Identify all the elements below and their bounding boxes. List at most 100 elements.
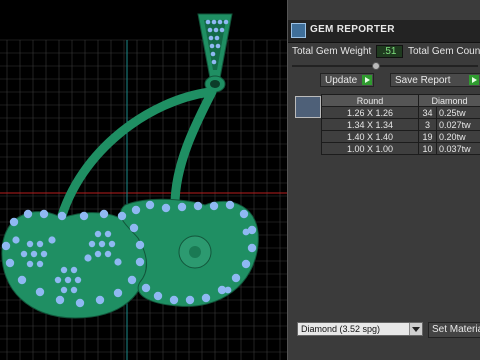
- gem-stone: [36, 240, 44, 248]
- gem-stone: [108, 240, 116, 248]
- gem-stone: [64, 276, 72, 284]
- gem-stone: [88, 240, 96, 248]
- gem-preview-icon[interactable]: [295, 96, 321, 118]
- gem-stone: [70, 286, 78, 294]
- gem-stone: [209, 201, 219, 211]
- gem-stone: [39, 209, 49, 219]
- gem-stone: [104, 230, 112, 238]
- 3d-viewport[interactable]: [0, 0, 287, 360]
- gem-stone: [23, 209, 33, 219]
- total-weight-label: Total Gem Weight: [292, 46, 372, 57]
- gem-stone: [95, 295, 105, 305]
- table-row[interactable]: 1.34 X 1.34 3 0.027tw: [321, 118, 480, 131]
- gem-table-header: Round Diamond: [321, 94, 480, 107]
- save-report-button[interactable]: Save Report: [390, 73, 480, 87]
- gem-count-cell: 3: [417, 118, 438, 131]
- update-button[interactable]: Update: [320, 73, 374, 87]
- gem-stone: [247, 243, 257, 253]
- gem-stone: [210, 51, 216, 57]
- gem-stone: [30, 250, 38, 258]
- gem-stone: [60, 266, 68, 274]
- gem-weight-cell: 0.25tw: [436, 106, 480, 119]
- gem-stone: [211, 19, 217, 25]
- gem-stone: [99, 209, 109, 219]
- gem-stone: [161, 203, 171, 213]
- gem-weight-cell: 0.027tw: [436, 118, 480, 131]
- gem-stone: [54, 276, 62, 284]
- gem-stone: [17, 275, 27, 285]
- gem-stone: [177, 202, 187, 212]
- gem-stone: [208, 35, 214, 41]
- chevron-down-icon[interactable]: [409, 323, 422, 335]
- gem-stone: [209, 43, 215, 49]
- gem-stone: [135, 240, 145, 250]
- table-row[interactable]: 1.40 X 1.40 19 0.20tw: [321, 130, 480, 143]
- gem-stone: [40, 250, 48, 258]
- column-header-material: Diamond: [418, 94, 480, 107]
- gem-stone: [127, 275, 137, 285]
- gem-stone: [70, 266, 78, 274]
- flower-motif[interactable]: [178, 235, 212, 269]
- gem-size-cell: 1.40 X 1.40: [321, 130, 419, 143]
- gem-stone: [153, 291, 163, 301]
- gem-stone: [48, 236, 56, 244]
- gem-stone: [225, 200, 235, 210]
- gem-weight-cell: 0.20tw: [436, 130, 480, 143]
- gem-stone: [74, 276, 82, 284]
- gem-stone: [224, 286, 232, 294]
- gem-stone: [113, 288, 123, 298]
- gem-stone: [242, 228, 250, 236]
- gem-stone: [35, 287, 45, 297]
- left-cherry-body[interactable]: [1, 211, 147, 319]
- right-stem[interactable]: [170, 87, 217, 210]
- gem-stone: [12, 236, 20, 244]
- gem-stone: [239, 209, 249, 219]
- totals-row: Total Gem Weight .51 Total Gem Coun: [288, 43, 480, 61]
- table-row[interactable]: 1.26 X 1.26 34 0.25tw: [321, 106, 480, 119]
- gem-stone: [26, 260, 34, 268]
- gem-stone: [9, 217, 19, 227]
- gem-stone: [129, 223, 139, 233]
- gem-stone: [215, 43, 221, 49]
- gem-stone: [205, 19, 211, 25]
- gem-stone: [193, 201, 203, 211]
- column-header-shape: Round: [321, 94, 419, 107]
- set-material-button[interactable]: Set Materia: [428, 322, 480, 338]
- gem-stone: [145, 200, 155, 210]
- gem-stone: [26, 240, 34, 248]
- gem-stone: [211, 59, 217, 65]
- gem-stone: [241, 259, 251, 269]
- gem-stone: [217, 19, 223, 25]
- gem-reporter-logo-icon: [291, 23, 306, 38]
- gem-stone: [207, 27, 213, 33]
- gem-stone: [84, 254, 92, 262]
- slider-track: [292, 65, 478, 67]
- weight-slider[interactable]: [292, 62, 478, 70]
- gem-stone: [201, 293, 211, 303]
- gem-stone: [214, 35, 220, 41]
- gem-stone: [60, 286, 68, 294]
- gem-stone: [104, 250, 112, 258]
- gem-table: Round Diamond 1.26 X 1.26 34 0.25tw 1.34 X …: [321, 94, 480, 155]
- gem-stone: [141, 283, 151, 293]
- gem-stone: [5, 258, 15, 268]
- gem-stone: [98, 240, 106, 248]
- material-dropdown[interactable]: Diamond (3.52 spg): [297, 322, 423, 336]
- gem-stone: [223, 19, 229, 25]
- panel-title: GEM REPORTER: [310, 24, 395, 35]
- gem-stone: [117, 211, 127, 221]
- gem-size-cell: 1.00 X 1.00: [321, 142, 419, 155]
- update-button-label: Update: [325, 75, 358, 86]
- viewport-canvas: [0, 13, 287, 360]
- gem-stone: [219, 27, 225, 33]
- gem-stone: [75, 298, 85, 308]
- gem-stone: [169, 295, 179, 305]
- gem-stone: [57, 211, 67, 221]
- gem-stone: [185, 295, 195, 305]
- update-arrow-icon: [362, 75, 372, 85]
- slider-knob[interactable]: [372, 62, 380, 70]
- gem-stone: [94, 230, 102, 238]
- table-row[interactable]: 1.00 X 1.00 10 0.037tw: [321, 142, 480, 155]
- gem-size-cell: 1.34 X 1.34: [321, 118, 419, 131]
- gem-stone: [213, 27, 219, 33]
